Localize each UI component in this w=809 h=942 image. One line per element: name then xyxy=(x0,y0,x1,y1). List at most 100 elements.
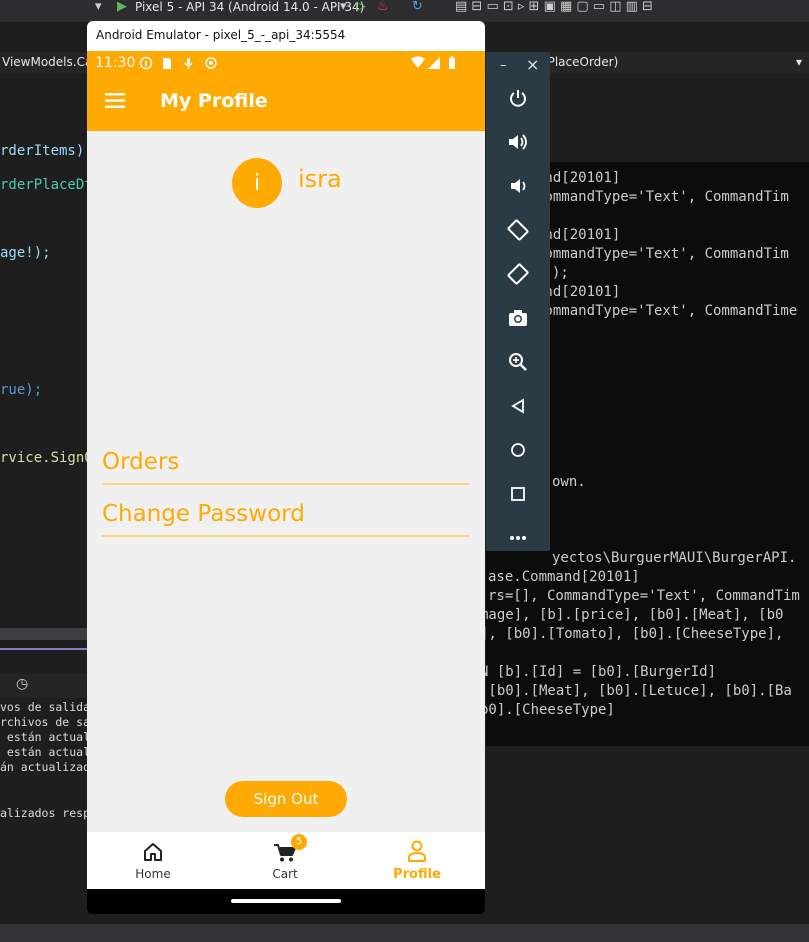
screenshot-button[interactable] xyxy=(503,303,533,333)
volume-up-icon xyxy=(509,134,527,150)
console-line: ], [b0].[Tomato], [b0].[CheeseType], xyxy=(480,626,784,642)
power-icon xyxy=(510,90,526,107)
close-button[interactable]: × xyxy=(526,55,539,74)
minimize-button[interactable]: – xyxy=(500,58,507,73)
phone-screen: 11:30 My Profile i isra Orders Change Pa… xyxy=(87,51,485,914)
vs-toolbar: ▾ ▶ Pixel 5 - API 34 (Android 14.0 - API… xyxy=(0,0,809,22)
output-toolbar: ◷ xyxy=(0,674,90,698)
camera-icon xyxy=(509,310,527,326)
console-line: ); xyxy=(552,265,569,281)
page-title: My Profile xyxy=(160,90,268,112)
cart-badge: 5 xyxy=(291,834,307,850)
gesture-handle[interactable] xyxy=(231,899,341,903)
tab-label: Home xyxy=(135,867,171,881)
more-button[interactable] xyxy=(503,523,533,553)
power-button[interactable] xyxy=(503,83,533,113)
tab-profile[interactable]: Profile xyxy=(351,832,483,889)
tab-label: Cart xyxy=(272,867,298,881)
hot-reload-icon[interactable]: ♨ xyxy=(377,0,389,14)
rotate-left-button[interactable] xyxy=(503,215,533,245)
notification-icons xyxy=(139,56,217,70)
rotate-right-icon xyxy=(507,263,529,285)
home-circle-icon xyxy=(511,443,525,457)
console-line: b0].[CheeseType] xyxy=(480,702,615,718)
volume-down-icon xyxy=(511,179,526,193)
orders-menu-item[interactable]: Orders xyxy=(102,433,469,485)
system-icons xyxy=(411,56,455,69)
console-line: CommandType='Text', CommandTim xyxy=(536,189,789,205)
output-line: están actual xyxy=(0,745,91,759)
class-dropdown[interactable]: ViewModels.Car xyxy=(2,52,97,73)
gesture-navigation-bar xyxy=(87,889,485,914)
console-line: mage], [b].[price], [b0].[Meat], [b0 xyxy=(480,607,784,623)
more-icon xyxy=(510,536,526,540)
home-icon xyxy=(144,843,162,861)
console-line: own. xyxy=(552,474,586,490)
device-selector[interactable]: Pixel 5 - API 34 (Android 14.0 - API 34) xyxy=(135,0,364,14)
dropdown-arrow-icon[interactable]: ▾ xyxy=(340,0,347,14)
hamburger-menu-icon[interactable] xyxy=(105,93,125,108)
code-text: rvice.SignOu xyxy=(0,450,102,466)
run-without-debug-icon[interactable]: ▷ xyxy=(356,0,366,14)
output-line: vos de salida xyxy=(0,700,91,714)
code-line: rderItems); xyxy=(0,143,93,159)
emulator-side-toolbar: – × xyxy=(486,52,550,551)
code-line: rvice.SignOu xyxy=(0,450,101,466)
console-line: [b0].[Meat], [b0].[Letuce], [b0].[Ba xyxy=(480,683,792,699)
volume-up-button[interactable] xyxy=(503,127,533,157)
app-bar: My Profile xyxy=(87,75,485,131)
code-text: rderPlaceDto xyxy=(0,177,102,193)
toolbar-tools-icon[interactable]: ▤ ⊟ ▭ ⊡ ▹ ⊞ ▣ ▦ ▢ ▭ ◫ ▥ ⊟ xyxy=(455,0,653,14)
code-line: age!); xyxy=(0,245,51,261)
console-line: yectos\BurguerMAUI\BurgerAPI. xyxy=(552,550,797,566)
clock-icon[interactable]: ◷ xyxy=(16,676,28,692)
refresh-icon[interactable]: ↻ xyxy=(412,0,423,14)
volume-down-button[interactable] xyxy=(503,171,533,201)
emulator-window: Android Emulator - pixel_5_-_api_34:5554… xyxy=(87,21,485,914)
avatar: i xyxy=(232,158,282,208)
sign-out-button[interactable]: Sign Out xyxy=(225,781,347,817)
tab-cart[interactable]: 5 Cart xyxy=(219,832,351,889)
back-button[interactable] xyxy=(503,391,533,421)
console-line: CommandType='Text', CommandTim xyxy=(536,246,789,262)
console-line: CommandType='Text', CommandTime xyxy=(536,303,798,319)
tab-home[interactable]: Home xyxy=(87,832,219,889)
dropdown-arrow-icon[interactable]: ▾ xyxy=(95,0,102,14)
rotate-left-icon xyxy=(507,219,529,241)
profile-icon xyxy=(408,840,426,862)
menu-item-label: Orders xyxy=(102,449,180,475)
output-line: están actual xyxy=(0,730,91,744)
zoom-icon xyxy=(509,353,527,371)
output-line: rchivos de sa xyxy=(0,715,91,729)
profile-content: i isra Orders Change Password Sign Out xyxy=(87,131,485,832)
dropdown-arrow-icon[interactable]: ▾ xyxy=(796,52,802,73)
zoom-button[interactable] xyxy=(503,347,533,377)
run-icon[interactable]: ▶ xyxy=(117,0,127,14)
menu-item-label: Change Password xyxy=(102,501,305,527)
username: isra xyxy=(298,165,342,193)
member-dropdown[interactable]: nPlaceOrder) xyxy=(540,52,618,73)
code-line: rderPlaceDto xyxy=(0,177,101,193)
console-line: ase.Command[20101] xyxy=(488,569,640,585)
home-button[interactable] xyxy=(503,435,533,465)
output-line: alizados resp xyxy=(0,806,91,820)
code-text: rue); xyxy=(0,382,43,398)
back-icon xyxy=(511,398,524,414)
tab-label: Profile xyxy=(393,867,441,882)
rotate-right-button[interactable] xyxy=(503,259,533,289)
emulator-title: Android Emulator - pixel_5_-_api_34:5554 xyxy=(96,28,346,42)
code-text: rderItems); xyxy=(0,143,93,159)
overview-button[interactable] xyxy=(503,479,533,509)
code-line: rue); xyxy=(0,382,42,398)
horizontal-scrollbar[interactable] xyxy=(0,628,90,640)
emulator-title-bar[interactable]: Android Emulator - pixel_5_-_api_34:5554 xyxy=(87,21,485,51)
android-status-bar: 11:30 xyxy=(87,51,485,75)
code-text: age!); xyxy=(0,245,51,261)
overview-icon xyxy=(511,487,525,501)
change-password-menu-item[interactable]: Change Password xyxy=(102,485,469,537)
output-panel-border xyxy=(0,648,90,650)
status-time: 11:30 xyxy=(95,55,136,71)
console-line: rs=[], CommandType='Text', CommandTim xyxy=(488,588,800,604)
output-line: án actualizad xyxy=(0,760,91,774)
avatar-initial: i xyxy=(253,170,261,196)
